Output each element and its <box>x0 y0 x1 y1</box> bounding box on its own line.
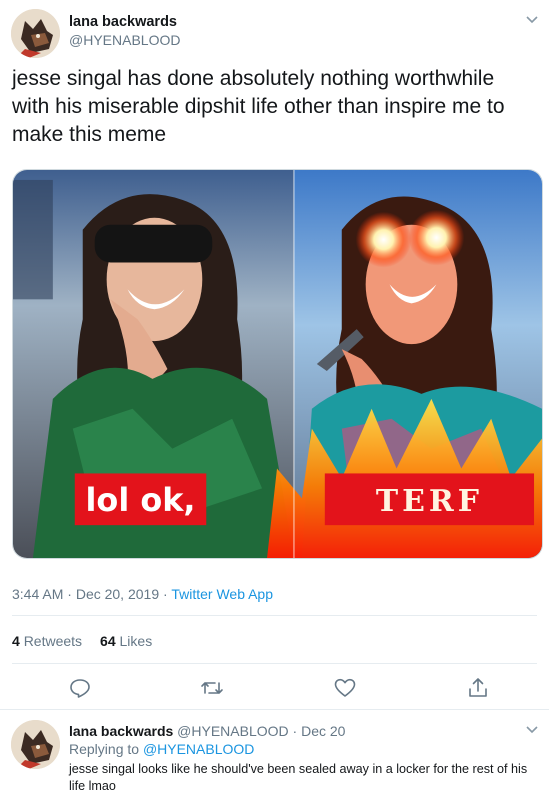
likes-stat[interactable]: 64 Likes <box>100 633 152 649</box>
author-handle[interactable]: @HYENABLOOD <box>69 32 180 48</box>
likes-count: 64 <box>100 633 116 649</box>
reply-author-handle[interactable]: @HYENABLOOD <box>177 723 288 739</box>
replying-to: Replying to @HYENABLOOD <box>69 741 254 757</box>
avatar[interactable] <box>11 9 60 58</box>
reply-text: jesse singal looks like he should've bee… <box>69 762 528 793</box>
like-icon <box>334 678 356 697</box>
right-caption: TERF <box>376 484 483 519</box>
chevron-down-icon[interactable] <box>524 14 540 26</box>
retweet-button[interactable] <box>200 676 224 700</box>
retweets-stat[interactable]: 4 Retweets <box>12 633 82 649</box>
like-button[interactable] <box>333 676 357 700</box>
tweet-meta: 3:44 AM · Dec 20, 2019 · Twitter Web App <box>12 586 273 602</box>
avatar-hyena-image <box>11 720 60 769</box>
reply-header: lana backwards @HYENABLOOD · Dec 20 <box>69 723 345 739</box>
left-caption: lol ok, <box>86 481 196 519</box>
retweets-label: Retweets <box>23 633 83 649</box>
meta-separator: · <box>163 586 168 602</box>
reply-date[interactable]: Dec 20 <box>301 723 345 739</box>
chevron-down-icon[interactable] <box>524 724 540 736</box>
reply-icon <box>70 679 90 698</box>
avatar-hyena-image <box>11 9 60 58</box>
tweet-stats: 4 Retweets 64 Likes <box>12 633 152 649</box>
share-icon <box>469 678 487 697</box>
tweet-date[interactable]: Dec 20, 2019 <box>76 586 159 602</box>
divider <box>12 615 537 616</box>
meme-image: lol ok, TERF <box>13 170 542 558</box>
meta-separator: · <box>67 586 72 602</box>
replying-to-label: Replying to <box>69 741 140 757</box>
tweet-media-image[interactable]: lol ok, TERF <box>12 169 543 559</box>
tweet-source-app[interactable]: Twitter Web App <box>171 586 273 602</box>
divider <box>12 663 537 664</box>
author-name[interactable]: lana backwards <box>69 14 177 30</box>
likes-label: Likes <box>119 633 153 649</box>
reply-separator: · <box>292 723 298 739</box>
reply-author-name[interactable]: lana backwards <box>69 723 173 739</box>
share-button[interactable] <box>466 676 490 700</box>
replying-to-handle[interactable]: @HYENABLOOD <box>143 741 254 757</box>
tweet-time[interactable]: 3:44 AM <box>12 586 63 602</box>
retweet-icon <box>201 682 223 694</box>
reply-button[interactable] <box>68 676 92 700</box>
retweets-count: 4 <box>12 633 20 649</box>
reply-tweet[interactable]: lana backwards @HYENABLOOD · Dec 20 Repl… <box>0 710 549 805</box>
tweet-actions <box>0 676 549 702</box>
tweet-text: jesse singal has done absolutely nothing… <box>12 67 505 146</box>
avatar[interactable] <box>11 720 60 769</box>
